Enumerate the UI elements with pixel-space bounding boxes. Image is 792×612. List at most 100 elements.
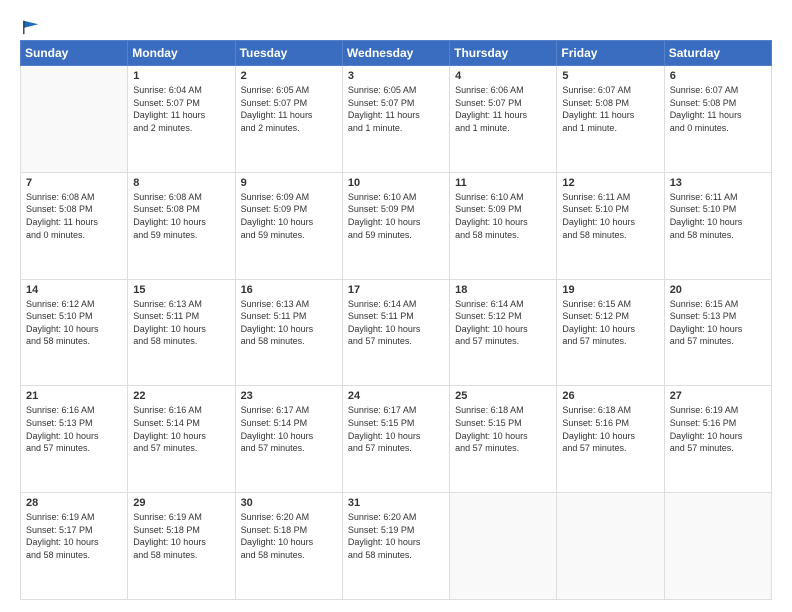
calendar-cell: 21 Sunrise: 6:16 AM Sunset: 5:13 PM Dayli… xyxy=(21,386,128,493)
day-info: Sunrise: 6:15 AM Sunset: 5:12 PM Dayligh… xyxy=(562,298,658,348)
calendar-cell xyxy=(664,493,771,600)
day-number: 30 xyxy=(241,497,337,509)
calendar-cell xyxy=(557,493,664,600)
calendar-cell: 30 Sunrise: 6:20 AM Sunset: 5:18 PM Dayli… xyxy=(235,493,342,600)
calendar-cell: 18 Sunrise: 6:14 AM Sunset: 5:12 PM Dayli… xyxy=(450,279,557,386)
day-info: Sunrise: 6:17 AM Sunset: 5:14 PM Dayligh… xyxy=(241,404,337,454)
calendar-week-row: 14Sunrise: 6:12 AM Sunset: 5:10 PM Dayli… xyxy=(21,279,772,386)
day-info: Sunrise: 6:18 AM Sunset: 5:15 PM Dayligh… xyxy=(455,404,551,454)
calendar-cell: 28 Sunrise: 6:19 AM Sunset: 5:17 PM Dayli… xyxy=(21,493,128,600)
calendar-cell xyxy=(21,66,128,173)
calendar-cell: 13 Sunrise: 6:11 AM Sunset: 5:10 PM Dayli… xyxy=(664,172,771,279)
calendar-cell: 5 Sunrise: 6:07 AM Sunset: 5:08 PM Daylig… xyxy=(557,66,664,173)
day-number: 29 xyxy=(133,497,229,509)
day-info: Sunrise: 6:18 AM Sunset: 5:16 PM Dayligh… xyxy=(562,404,658,454)
calendar-cell: 14Sunrise: 6:12 AM Sunset: 5:10 PM Dayli… xyxy=(21,279,128,386)
day-info: Sunrise: 6:08 AM Sunset: 5:08 PM Dayligh… xyxy=(133,191,229,241)
day-number: 19 xyxy=(562,284,658,296)
day-info: Sunrise: 6:06 AM Sunset: 5:07 PM Dayligh… xyxy=(455,84,551,134)
day-number: 31 xyxy=(348,497,444,509)
calendar-cell: 4 Sunrise: 6:06 AM Sunset: 5:07 PM Daylig… xyxy=(450,66,557,173)
day-info: Sunrise: 6:17 AM Sunset: 5:15 PM Dayligh… xyxy=(348,404,444,454)
day-info: Sunrise: 6:13 AM Sunset: 5:11 PM Dayligh… xyxy=(133,298,229,348)
calendar-header-tuesday: Tuesday xyxy=(235,41,342,66)
day-info: Sunrise: 6:16 AM Sunset: 5:13 PM Dayligh… xyxy=(26,404,122,454)
day-number: 12 xyxy=(562,177,658,189)
day-number: 15 xyxy=(133,284,229,296)
calendar-header-friday: Friday xyxy=(557,41,664,66)
calendar-cell: 25Sunrise: 6:18 AM Sunset: 5:15 PM Dayli… xyxy=(450,386,557,493)
day-info: Sunrise: 6:19 AM Sunset: 5:18 PM Dayligh… xyxy=(133,511,229,561)
calendar-cell: 2 Sunrise: 6:05 AM Sunset: 5:07 PM Daylig… xyxy=(235,66,342,173)
calendar-cell: 6Sunrise: 6:07 AM Sunset: 5:08 PM Daylig… xyxy=(664,66,771,173)
day-info: Sunrise: 6:19 AM Sunset: 5:16 PM Dayligh… xyxy=(670,404,766,454)
day-number: 4 xyxy=(455,70,551,82)
calendar-cell: 17 Sunrise: 6:14 AM Sunset: 5:11 PM Dayli… xyxy=(342,279,449,386)
calendar-cell: 15 Sunrise: 6:13 AM Sunset: 5:11 PM Dayli… xyxy=(128,279,235,386)
day-number: 22 xyxy=(133,390,229,402)
day-info: Sunrise: 6:14 AM Sunset: 5:12 PM Dayligh… xyxy=(455,298,551,348)
day-number: 18 xyxy=(455,284,551,296)
day-number: 23 xyxy=(241,390,337,402)
logo xyxy=(20,18,40,34)
day-number: 10 xyxy=(348,177,444,189)
calendar-cell: 27 Sunrise: 6:19 AM Sunset: 5:16 PM Dayli… xyxy=(664,386,771,493)
header xyxy=(20,18,772,34)
calendar-cell: 20Sunrise: 6:15 AM Sunset: 5:13 PM Dayli… xyxy=(664,279,771,386)
day-number: 20 xyxy=(670,284,766,296)
day-number: 14 xyxy=(26,284,122,296)
calendar-cell: 24 Sunrise: 6:17 AM Sunset: 5:15 PM Dayli… xyxy=(342,386,449,493)
day-number: 13 xyxy=(670,177,766,189)
day-number: 17 xyxy=(348,284,444,296)
day-number: 6 xyxy=(670,70,766,82)
day-info: Sunrise: 6:07 AM Sunset: 5:08 PM Dayligh… xyxy=(562,84,658,134)
day-number: 26 xyxy=(562,390,658,402)
day-number: 27 xyxy=(670,390,766,402)
day-info: Sunrise: 6:11 AM Sunset: 5:10 PM Dayligh… xyxy=(670,191,766,241)
day-number: 21 xyxy=(26,390,122,402)
day-number: 24 xyxy=(348,390,444,402)
calendar-cell: 31 Sunrise: 6:20 AM Sunset: 5:19 PM Dayli… xyxy=(342,493,449,600)
calendar-header-wednesday: Wednesday xyxy=(342,41,449,66)
calendar-header-monday: Monday xyxy=(128,41,235,66)
day-number: 2 xyxy=(241,70,337,82)
day-info: Sunrise: 6:13 AM Sunset: 5:11 PM Dayligh… xyxy=(241,298,337,348)
calendar-cell: 26 Sunrise: 6:18 AM Sunset: 5:16 PM Dayli… xyxy=(557,386,664,493)
day-info: Sunrise: 6:09 AM Sunset: 5:09 PM Dayligh… xyxy=(241,191,337,241)
calendar-week-row: 1Sunrise: 6:04 AM Sunset: 5:07 PM Daylig… xyxy=(21,66,772,173)
day-info: Sunrise: 6:14 AM Sunset: 5:11 PM Dayligh… xyxy=(348,298,444,348)
calendar-cell: 10Sunrise: 6:10 AM Sunset: 5:09 PM Dayli… xyxy=(342,172,449,279)
calendar-cell: 3 Sunrise: 6:05 AM Sunset: 5:07 PM Daylig… xyxy=(342,66,449,173)
calendar-table: SundayMondayTuesdayWednesdayThursdayFrid… xyxy=(20,40,772,600)
calendar-cell: 8 Sunrise: 6:08 AM Sunset: 5:08 PM Daylig… xyxy=(128,172,235,279)
day-number: 3 xyxy=(348,70,444,82)
logo-flag-icon xyxy=(22,18,40,36)
calendar-week-row: 7Sunrise: 6:08 AM Sunset: 5:08 PM Daylig… xyxy=(21,172,772,279)
calendar-header-saturday: Saturday xyxy=(664,41,771,66)
calendar-cell: 22Sunrise: 6:16 AM Sunset: 5:14 PM Dayli… xyxy=(128,386,235,493)
day-info: Sunrise: 6:05 AM Sunset: 5:07 PM Dayligh… xyxy=(348,84,444,134)
day-number: 5 xyxy=(562,70,658,82)
calendar-header-sunday: Sunday xyxy=(21,41,128,66)
calendar-cell: 7Sunrise: 6:08 AM Sunset: 5:08 PM Daylig… xyxy=(21,172,128,279)
calendar-cell: 11Sunrise: 6:10 AM Sunset: 5:09 PM Dayli… xyxy=(450,172,557,279)
calendar-cell: 12Sunrise: 6:11 AM Sunset: 5:10 PM Dayli… xyxy=(557,172,664,279)
calendar-header-row: SundayMondayTuesdayWednesdayThursdayFrid… xyxy=(21,41,772,66)
calendar-cell: 29 Sunrise: 6:19 AM Sunset: 5:18 PM Dayli… xyxy=(128,493,235,600)
calendar-week-row: 21 Sunrise: 6:16 AM Sunset: 5:13 PM Dayli… xyxy=(21,386,772,493)
day-number: 1 xyxy=(133,70,229,82)
calendar-cell: 19 Sunrise: 6:15 AM Sunset: 5:12 PM Dayli… xyxy=(557,279,664,386)
day-info: Sunrise: 6:10 AM Sunset: 5:09 PM Dayligh… xyxy=(455,191,551,241)
calendar-cell xyxy=(450,493,557,600)
day-number: 8 xyxy=(133,177,229,189)
day-info: Sunrise: 6:19 AM Sunset: 5:17 PM Dayligh… xyxy=(26,511,122,561)
calendar-cell: 9Sunrise: 6:09 AM Sunset: 5:09 PM Daylig… xyxy=(235,172,342,279)
day-number: 28 xyxy=(26,497,122,509)
day-info: Sunrise: 6:20 AM Sunset: 5:18 PM Dayligh… xyxy=(241,511,337,561)
day-info: Sunrise: 6:05 AM Sunset: 5:07 PM Dayligh… xyxy=(241,84,337,134)
calendar-week-row: 28 Sunrise: 6:19 AM Sunset: 5:17 PM Dayli… xyxy=(21,493,772,600)
page: SundayMondayTuesdayWednesdayThursdayFrid… xyxy=(0,0,792,612)
calendar-header-thursday: Thursday xyxy=(450,41,557,66)
day-info: Sunrise: 6:20 AM Sunset: 5:19 PM Dayligh… xyxy=(348,511,444,561)
calendar-cell: 23 Sunrise: 6:17 AM Sunset: 5:14 PM Dayli… xyxy=(235,386,342,493)
